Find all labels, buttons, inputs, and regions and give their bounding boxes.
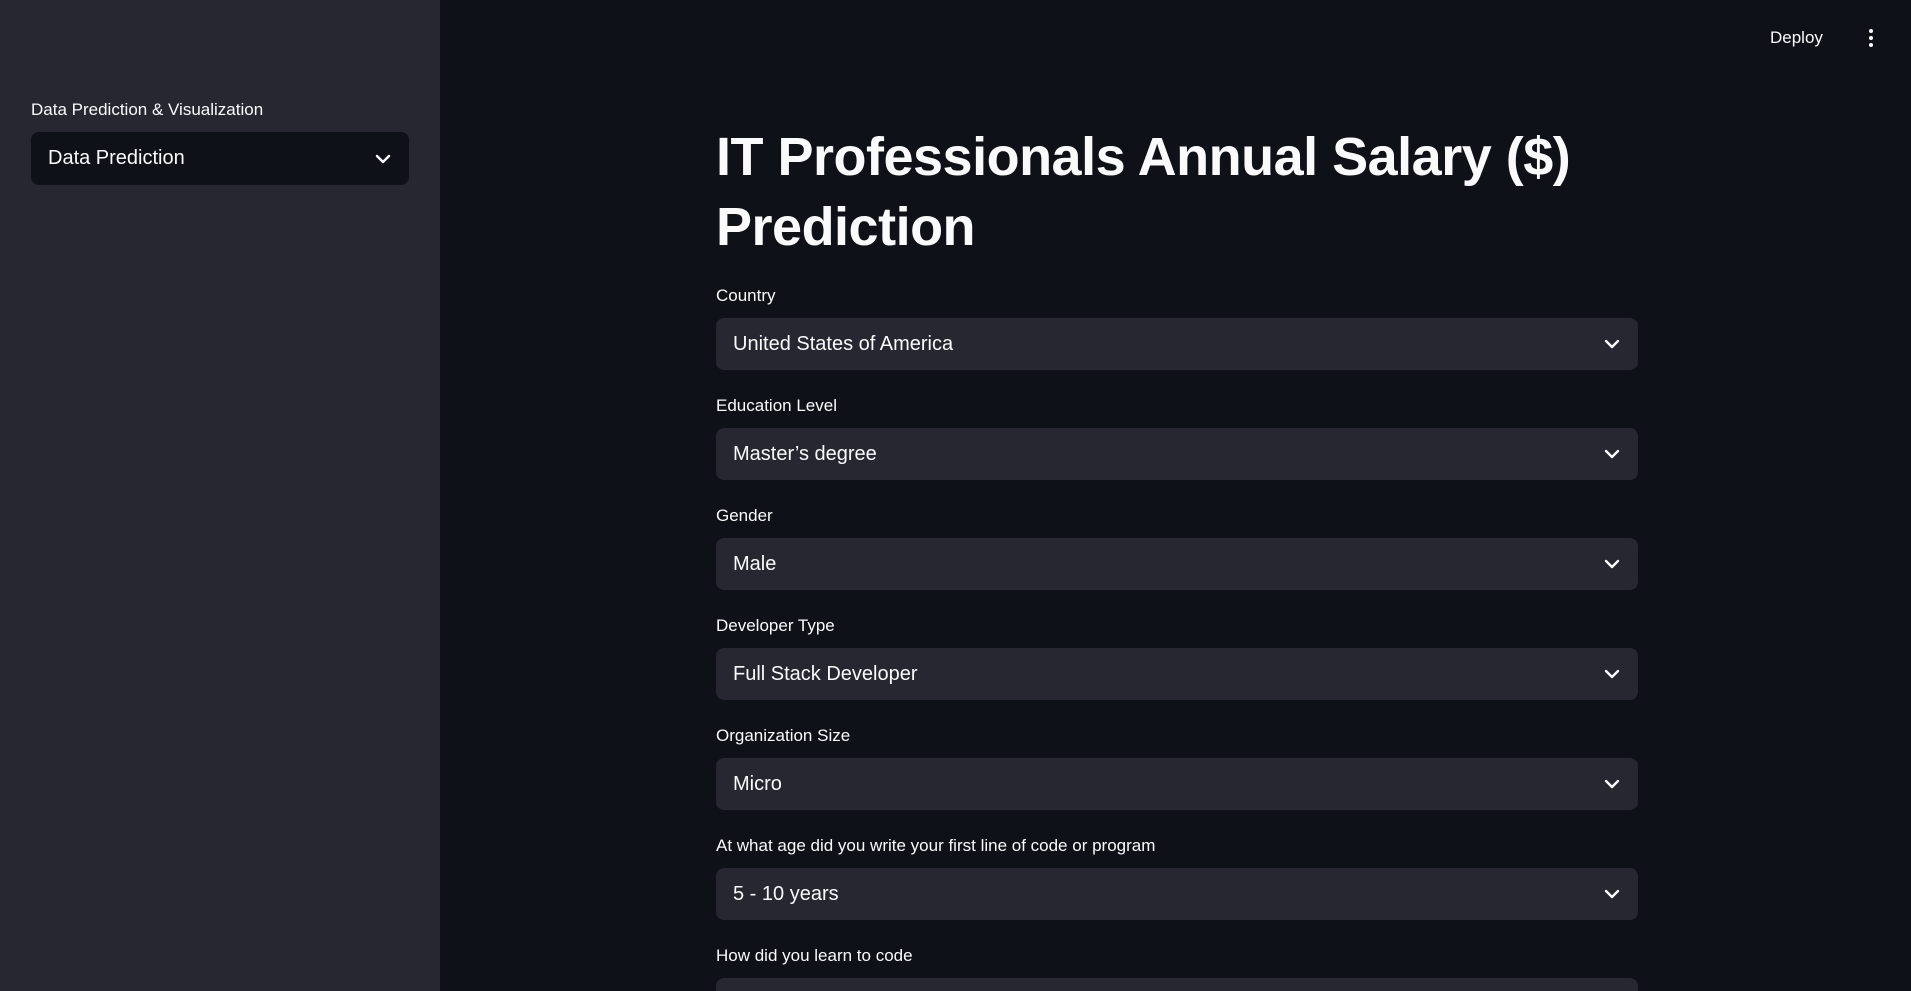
- chevron-down-icon: [1603, 555, 1621, 573]
- page-title: IT Professionals Annual Salary ($) Predi…: [716, 127, 1571, 257]
- chevron-down-icon: [374, 150, 392, 168]
- organization-size-select[interactable]: Micro: [716, 758, 1638, 810]
- first-code-age-select-value: 5 - 10 years: [733, 882, 839, 905]
- developer-type-label: Developer Type: [716, 616, 835, 635]
- first-code-age-select[interactable]: 5 - 10 years: [716, 868, 1638, 920]
- country-label: Country: [716, 286, 776, 305]
- first-code-age-label: At what age did you write your first lin…: [716, 836, 1156, 855]
- gender-select-value: Male: [733, 552, 777, 575]
- gender-label: Gender: [716, 506, 773, 525]
- education-level-select-value: Master’s degree: [733, 442, 877, 465]
- deploy-button[interactable]: Deploy: [1770, 24, 1823, 52]
- gender-select[interactable]: Male: [716, 538, 1638, 590]
- learn-to-code-label: How did you learn to code: [716, 946, 913, 965]
- organization-size-select-value: Micro: [733, 772, 782, 795]
- developer-type-select[interactable]: Full Stack Developer: [716, 648, 1638, 700]
- chevron-down-icon: [1603, 885, 1621, 903]
- country-select-value: United States of America: [733, 332, 954, 355]
- chevron-down-icon: [1603, 335, 1621, 353]
- education-level-select[interactable]: Master’s degree: [716, 428, 1638, 480]
- sidebar: Data Prediction & Visualization Data Pre…: [0, 0, 440, 991]
- learn-to-code-select[interactable]: [716, 978, 1638, 991]
- page-select[interactable]: Data Prediction: [31, 132, 409, 185]
- organization-size-label: Organization Size: [716, 726, 851, 745]
- chevron-down-icon: [1603, 665, 1621, 683]
- chevron-down-icon: [1603, 775, 1621, 793]
- main-content: IT Professionals Annual Salary ($) Predi…: [716, 0, 1638, 991]
- developer-type-select-value: Full Stack Developer: [733, 662, 918, 685]
- sidebar-select-label: Data Prediction & Visualization: [31, 100, 264, 119]
- chevron-down-icon: [1603, 445, 1621, 463]
- page-select-value: Data Prediction: [48, 147, 185, 169]
- education-level-label: Education Level: [716, 396, 837, 415]
- country-select[interactable]: United States of America: [716, 318, 1638, 370]
- app-window: Data Prediction & Visualization Data Pre…: [0, 0, 1911, 991]
- kebab-menu-icon[interactable]: [1860, 24, 1882, 52]
